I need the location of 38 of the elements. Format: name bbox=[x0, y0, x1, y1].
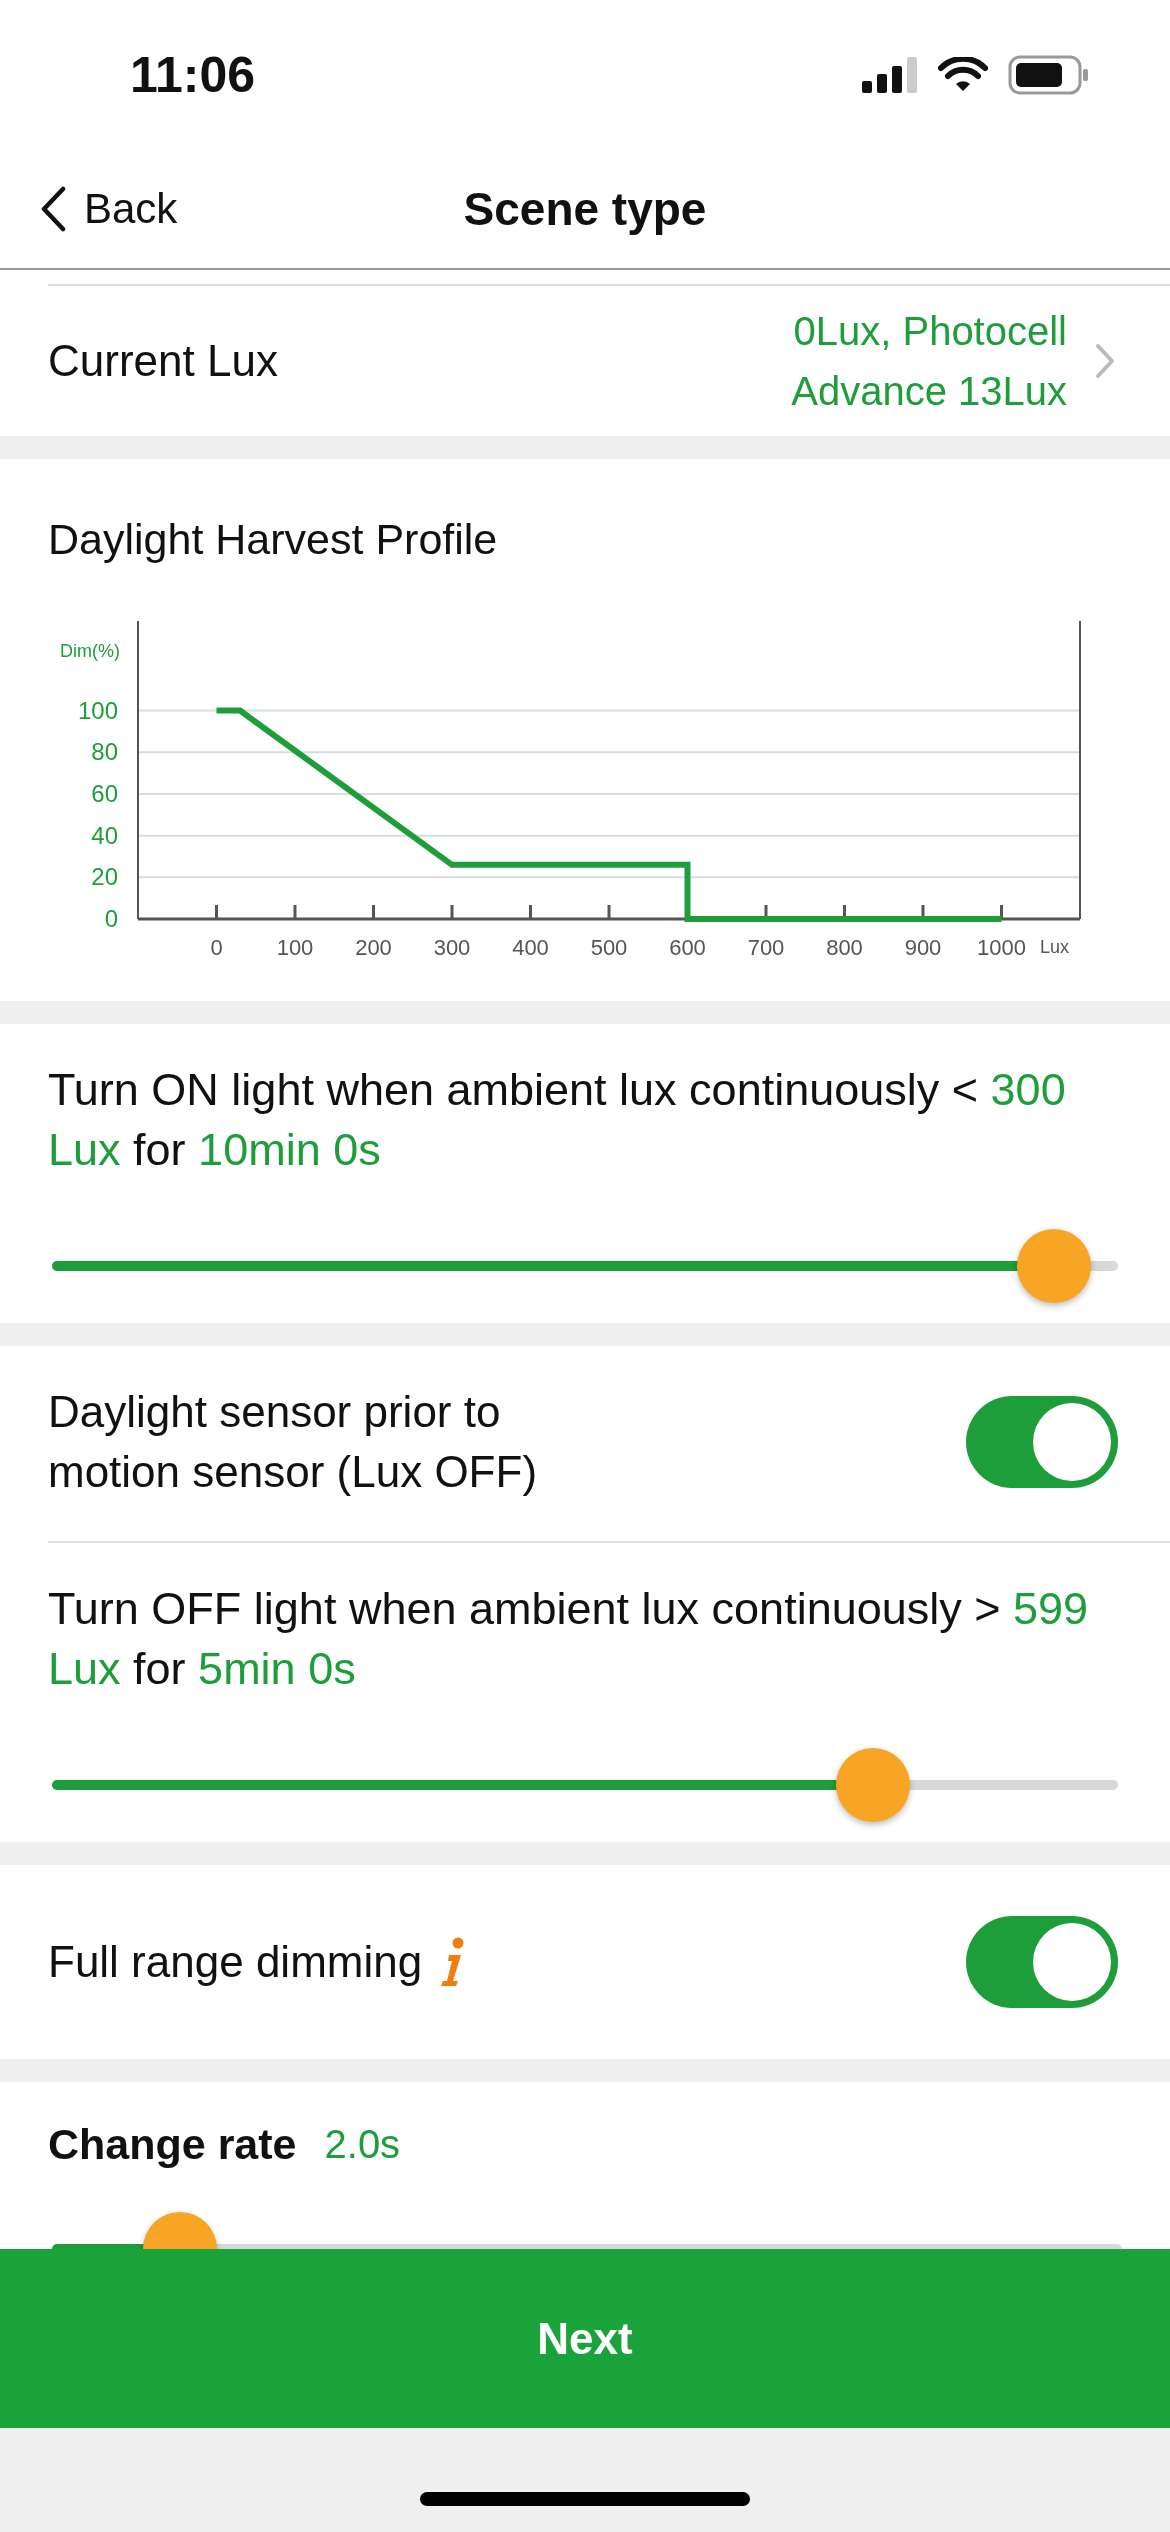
chevron-left-icon bbox=[40, 186, 66, 232]
x-tick-label: 600 bbox=[669, 935, 706, 960]
x-tick-label: 0 bbox=[210, 935, 223, 960]
y-tick-label: 20 bbox=[91, 863, 118, 891]
x-tick-label: 500 bbox=[590, 935, 628, 960]
slider-thumb[interactable] bbox=[835, 1748, 910, 1822]
setting-label: Full range dimming bbox=[48, 1936, 423, 1988]
y-tick-label: 40 bbox=[91, 821, 118, 849]
chevron-right-icon bbox=[1095, 343, 1115, 379]
y-tick-label: 60 bbox=[91, 779, 118, 807]
x-tick-label: 300 bbox=[433, 935, 471, 960]
y-tick-label: 80 bbox=[91, 738, 118, 766]
x-tick-label: 900 bbox=[904, 935, 942, 960]
row-value: 0Lux, Photocell Advance 13Lux bbox=[790, 308, 1067, 415]
setting-value: 2.0s bbox=[324, 2121, 401, 2168]
x-tick-label: 1000 bbox=[977, 935, 1026, 960]
setting-label: Change rate bbox=[48, 2119, 297, 2169]
y-tick-label: 100 bbox=[77, 696, 118, 724]
x-tick-label: 200 bbox=[355, 935, 392, 960]
x-tick-label: 100 bbox=[276, 935, 314, 960]
setting-description: Turn ON light when ambient lux continuously < 300 Lux for 10min 0s bbox=[48, 1063, 1067, 1177]
x-tick-label: 700 bbox=[747, 935, 785, 960]
x-axis-label: Lux bbox=[1040, 937, 1070, 957]
x-tick-label: 400 bbox=[512, 935, 549, 960]
section-title: Daylight Harvest Profile bbox=[48, 514, 499, 564]
wifi-icon bbox=[938, 57, 988, 93]
y-axis-label: Dim(%) bbox=[60, 641, 120, 661]
setting-description: Turn OFF light when ambient lux continuously > 599 Lux for 5min 0s bbox=[48, 1582, 1090, 1696]
y-tick-label: 0 bbox=[104, 905, 118, 932]
row-label: Current Lux bbox=[48, 336, 279, 386]
signal-icon bbox=[862, 57, 918, 93]
setting-label: Daylight sensor prior to motion sensor (Lux OFF) bbox=[48, 1386, 539, 1498]
slider-thumb[interactable] bbox=[1017, 1229, 1092, 1303]
status-time: 11:06 bbox=[130, 46, 257, 104]
x-tick-label: 800 bbox=[826, 935, 863, 960]
back-button[interactable]: Back bbox=[40, 185, 178, 233]
battery-icon bbox=[1008, 55, 1090, 95]
screen-title: Scene type bbox=[463, 183, 707, 235]
